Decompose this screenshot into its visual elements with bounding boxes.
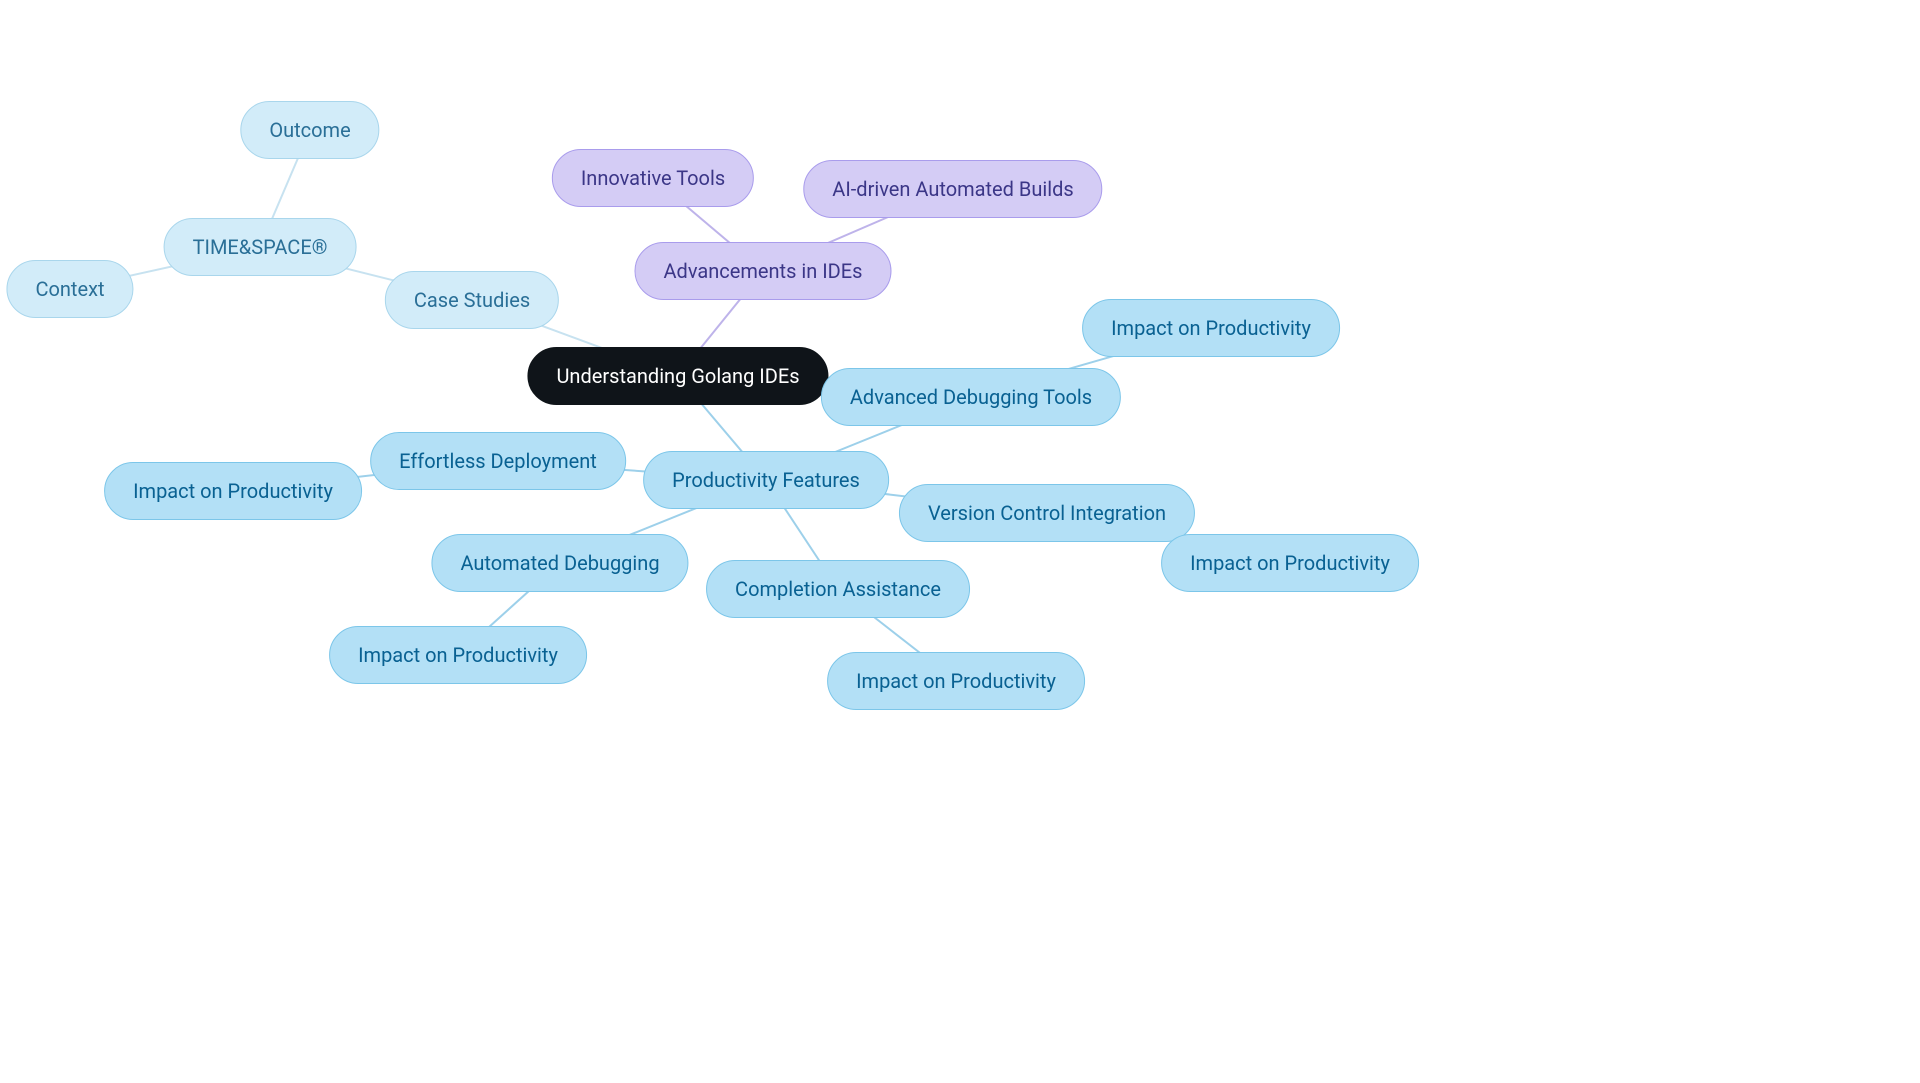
node-timespace[interactable]: TIME&SPACE®	[164, 218, 357, 276]
node-completion[interactable]: Completion Assistance	[706, 560, 970, 618]
node-ai_builds[interactable]: AI-driven Automated Builds	[803, 160, 1102, 218]
node-outcome[interactable]: Outcome	[240, 101, 379, 159]
node-auto_debug_impact[interactable]: Impact on Productivity	[329, 626, 587, 684]
node-deploy[interactable]: Effortless Deployment	[370, 432, 626, 490]
node-completion_impact[interactable]: Impact on Productivity	[827, 652, 1085, 710]
node-vcs[interactable]: Version Control Integration	[899, 484, 1195, 542]
node-innovative[interactable]: Innovative Tools	[552, 149, 754, 207]
node-debug_tools[interactable]: Advanced Debugging Tools	[821, 368, 1121, 426]
node-advancements[interactable]: Advancements in IDEs	[634, 242, 891, 300]
node-auto_debug[interactable]: Automated Debugging	[431, 534, 688, 592]
node-deploy_impact[interactable]: Impact on Productivity	[104, 462, 362, 520]
node-productivity[interactable]: Productivity Features	[643, 451, 889, 509]
node-debug_impact[interactable]: Impact on Productivity	[1082, 299, 1340, 357]
node-context[interactable]: Context	[6, 260, 133, 318]
node-vcs_impact[interactable]: Impact on Productivity	[1161, 534, 1419, 592]
node-case_studies[interactable]: Case Studies	[385, 271, 559, 329]
node-root[interactable]: Understanding Golang IDEs	[527, 347, 828, 405]
